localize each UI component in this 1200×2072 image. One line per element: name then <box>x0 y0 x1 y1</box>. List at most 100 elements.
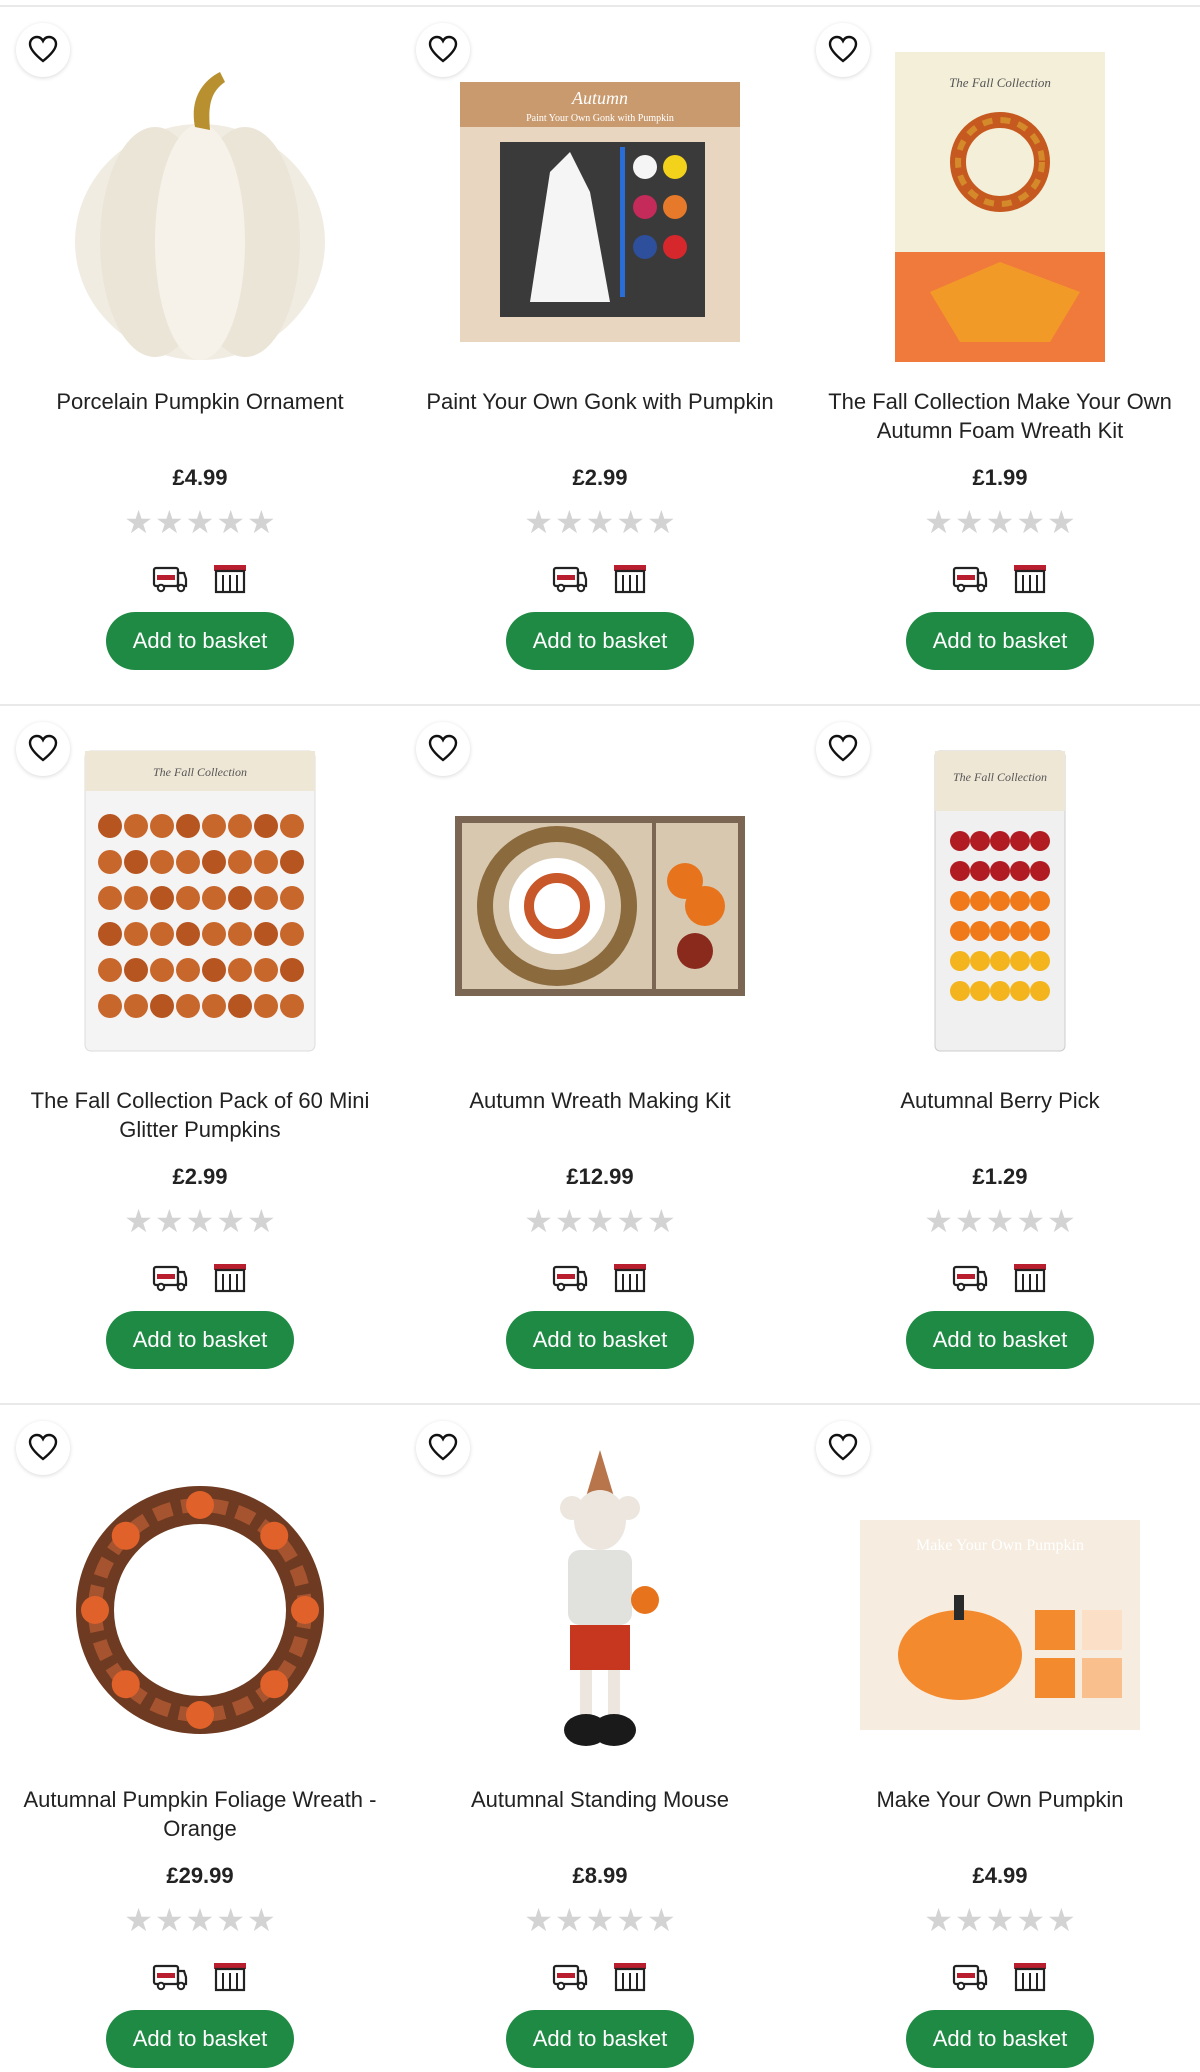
product-name[interactable]: Porcelain Pumpkin Ornament <box>20 387 380 416</box>
store-icon <box>612 1261 648 1298</box>
star-icon: ★ <box>954 1902 984 1938</box>
add-to-basket-button[interactable]: Add to basket <box>106 612 294 670</box>
add-to-basket-button[interactable]: Add to basket <box>106 1311 294 1369</box>
van-icon <box>952 1261 988 1298</box>
star-icon: ★ <box>124 504 153 540</box>
product-image[interactable]: Make Your Own Pumpkin <box>850 1440 1150 1770</box>
star-icon: ★ <box>616 1203 646 1239</box>
store-icon <box>212 562 248 599</box>
star-icon: ★ <box>1016 1203 1046 1239</box>
product-name[interactable]: Paint Your Own Gonk with Pumpkin <box>420 387 780 416</box>
product-name[interactable]: Autumnal Berry Pick <box>820 1086 1180 1115</box>
product-name[interactable]: Make Your Own Pumpkin <box>820 1785 1180 1814</box>
product-name[interactable]: Autumnal Standing Mouse <box>420 1785 780 1814</box>
svg-text:The Fall Collection: The Fall Collection <box>949 75 1051 90</box>
fulfilment-options <box>0 562 400 599</box>
product-image[interactable] <box>50 42 350 372</box>
svg-text:Autumn: Autumn <box>571 88 628 108</box>
product-price: £12.99 <box>566 1164 634 1189</box>
star-icon: ★ <box>585 1902 615 1938</box>
van-icon <box>952 1960 988 1997</box>
store-icon <box>1012 562 1048 599</box>
star-icon: ★ <box>185 1902 215 1938</box>
product-card: Autumnal Standing Mouse £8.99 ★ ★ ★ ★ ★ Add … <box>400 1405 800 2072</box>
star-icon: ★ <box>554 1902 584 1938</box>
star-icon: ★ <box>524 1203 553 1239</box>
add-to-basket-button[interactable]: Add to basket <box>506 1311 694 1369</box>
rating-stars: ★ ★ ★ ★ ★ <box>400 504 800 540</box>
rating-stars: ★ ★ ★ ★ ★ <box>400 1902 800 1938</box>
product-price: £1.99 <box>972 465 1028 490</box>
star-icon: ★ <box>924 1902 953 1938</box>
product-image[interactable]: The Fall Collection <box>850 741 1150 1071</box>
rating-stars: ★ ★ ★ ★ ★ <box>400 1203 800 1239</box>
add-to-basket-button[interactable]: Add to basket <box>906 612 1094 670</box>
star-icon: ★ <box>124 1902 153 1938</box>
svg-text:Paint Your Own Gonk with Pumpk: Paint Your Own Gonk with Pumpkin <box>526 113 674 124</box>
add-to-basket-button[interactable]: Add to basket <box>906 1311 1094 1369</box>
star-icon: ★ <box>585 504 615 540</box>
fulfilment-options <box>400 562 800 599</box>
product-card: Autumn Paint Your Own Gonk with Pumpkin … <box>400 7 800 704</box>
star-icon: ★ <box>1016 1902 1046 1938</box>
add-to-basket-button[interactable]: Add to basket <box>506 2010 694 2068</box>
star-icon: ★ <box>247 504 276 540</box>
product-price: £29.99 <box>166 1863 234 1888</box>
star-icon: ★ <box>124 1203 153 1239</box>
product-grid: Porcelain Pumpkin Ornament £4.99 ★ ★ ★ ★ ★ A… <box>0 7 1200 2072</box>
product-card: The Fall Collection The Fall Collection … <box>0 706 400 1403</box>
van-icon <box>952 562 988 599</box>
star-icon: ★ <box>924 1203 953 1239</box>
van-icon <box>552 1261 588 1298</box>
product-image[interactable]: Autumn Paint Your Own Gonk with Pumpkin <box>450 42 750 372</box>
fulfilment-options <box>800 562 1200 599</box>
store-icon <box>612 562 648 599</box>
rating-stars: ★ ★ ★ ★ ★ <box>800 1203 1200 1239</box>
star-icon: ★ <box>154 1902 184 1938</box>
product-image[interactable]: The Fall Collection <box>850 42 1150 372</box>
fulfilment-options <box>800 1261 1200 1298</box>
fulfilment-options <box>0 1960 400 1997</box>
star-icon: ★ <box>647 1902 676 1938</box>
store-icon <box>612 1960 648 1997</box>
fulfilment-options <box>400 1960 800 1997</box>
van-icon <box>552 1960 588 1997</box>
star-icon: ★ <box>1047 1902 1076 1938</box>
star-icon: ★ <box>1047 504 1076 540</box>
store-icon <box>212 1261 248 1298</box>
product-name[interactable]: Autumnal Pumpkin Foliage Wreath - Orange <box>20 1785 380 1843</box>
product-name[interactable]: Autumn Wreath Making Kit <box>420 1086 780 1115</box>
star-icon: ★ <box>154 1203 184 1239</box>
star-icon: ★ <box>954 504 984 540</box>
star-icon: ★ <box>554 1203 584 1239</box>
product-image[interactable] <box>50 1440 350 1770</box>
star-icon: ★ <box>1047 1203 1076 1239</box>
product-image[interactable] <box>450 1440 750 1770</box>
star-icon: ★ <box>616 1902 646 1938</box>
star-icon: ★ <box>185 1203 215 1239</box>
product-card: Porcelain Pumpkin Ornament £4.99 ★ ★ ★ ★ ★ A… <box>0 7 400 704</box>
product-name[interactable]: The Fall Collection Pack of 60 Mini Glit… <box>20 1086 380 1144</box>
store-icon <box>212 1960 248 1997</box>
product-name[interactable]: The Fall Collection Make Your Own Autumn… <box>820 387 1180 445</box>
add-to-basket-button[interactable]: Add to basket <box>506 612 694 670</box>
product-image[interactable]: The Fall Collection <box>50 741 350 1071</box>
product-image[interactable] <box>450 741 750 1071</box>
star-icon: ★ <box>985 504 1015 540</box>
star-icon: ★ <box>216 1902 246 1938</box>
product-price: £4.99 <box>972 1863 1028 1888</box>
fulfilment-options <box>800 1960 1200 1997</box>
add-to-basket-button[interactable]: Add to basket <box>906 2010 1094 2068</box>
star-icon: ★ <box>585 1203 615 1239</box>
product-row: The Fall Collection The Fall Collection … <box>0 706 1200 1403</box>
van-icon <box>552 562 588 599</box>
star-icon: ★ <box>154 504 184 540</box>
product-price: £2.99 <box>572 465 628 490</box>
product-price: £8.99 <box>572 1863 628 1888</box>
add-to-basket-button[interactable]: Add to basket <box>106 2010 294 2068</box>
rating-stars: ★ ★ ★ ★ ★ <box>0 1203 400 1239</box>
star-icon: ★ <box>247 1203 276 1239</box>
star-icon: ★ <box>985 1203 1015 1239</box>
product-card: Autumnal Pumpkin Foliage Wreath - Orange… <box>0 1405 400 2072</box>
svg-text:Make Your Own Pumpkin: Make Your Own Pumpkin <box>916 1537 1084 1554</box>
